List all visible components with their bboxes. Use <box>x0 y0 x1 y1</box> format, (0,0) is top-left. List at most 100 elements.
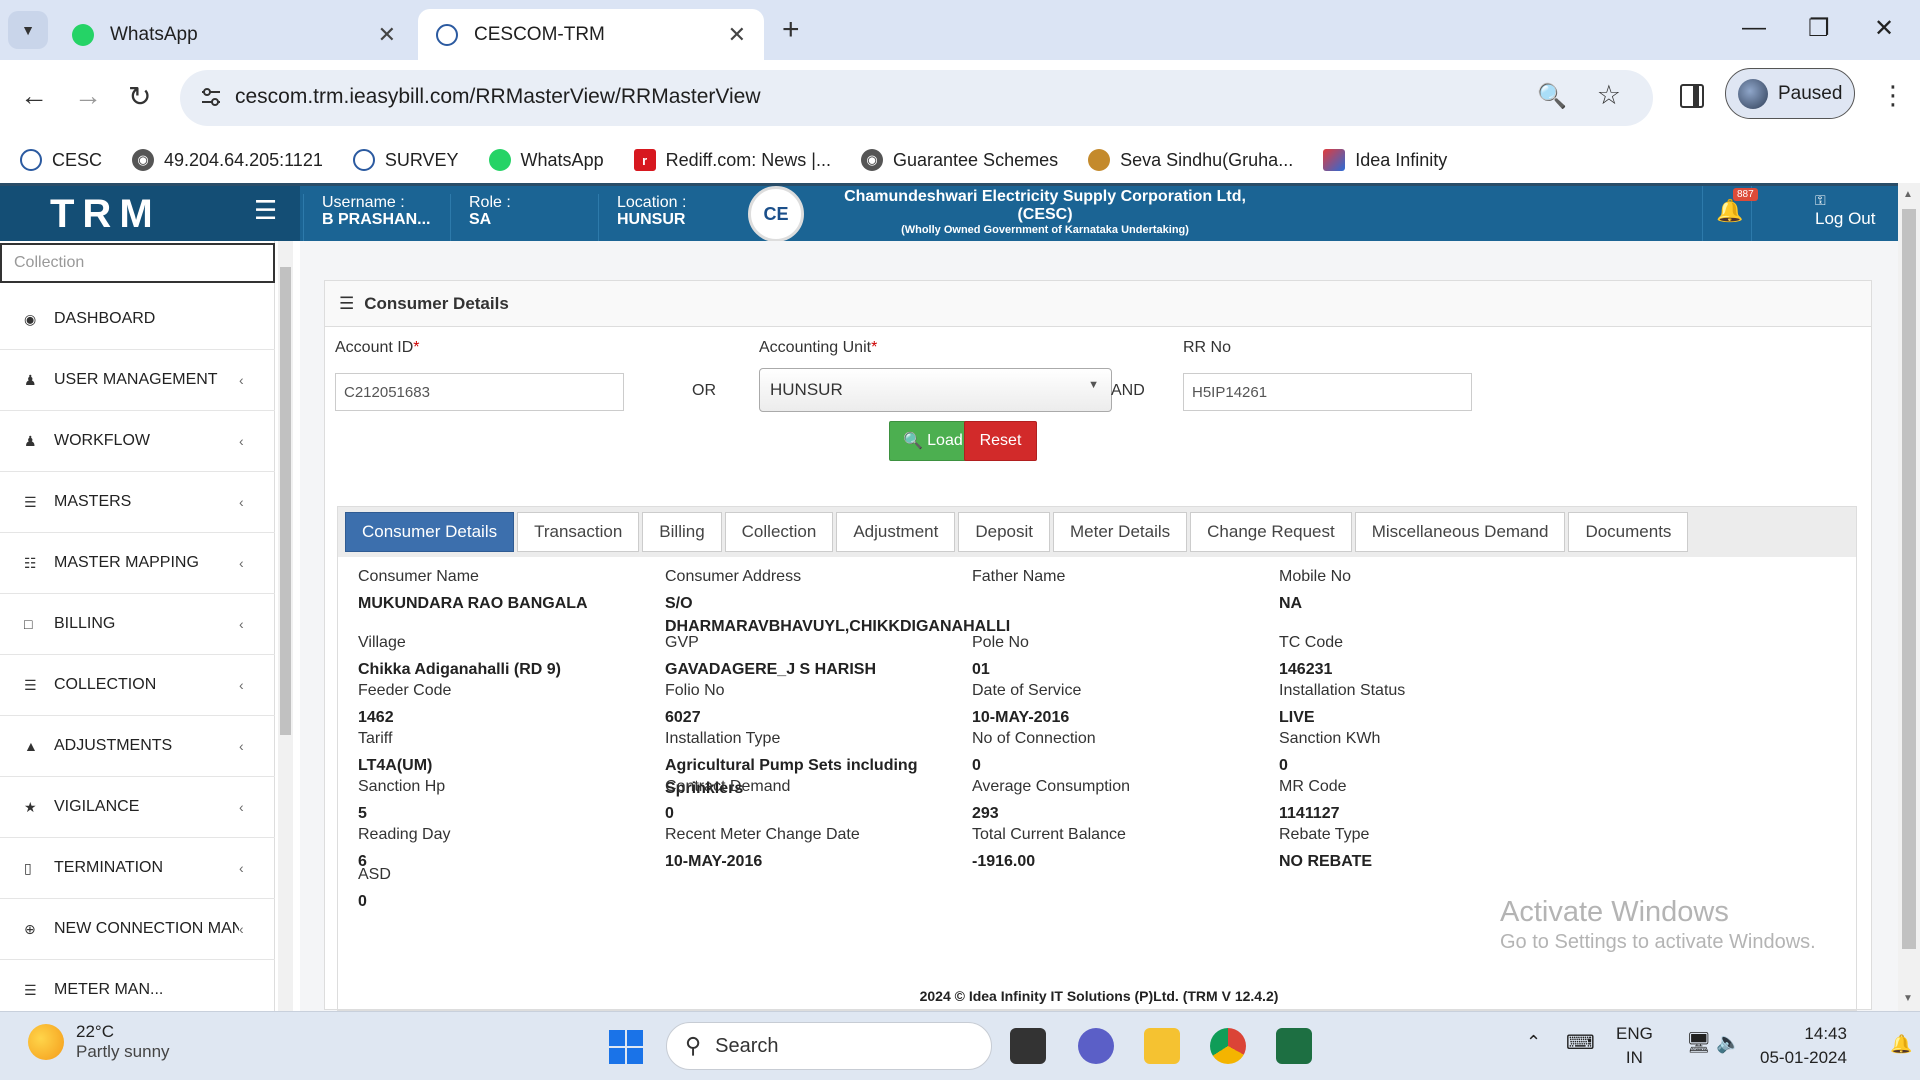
browser-tab-whatsapp[interactable]: WhatsApp ✕ <box>54 9 414 60</box>
rr-no-input[interactable]: H5IP14261 <box>1183 373 1472 411</box>
minimize-icon[interactable]: — <box>1742 14 1766 42</box>
bookmark-seva-sindhu[interactable]: Seva Sindhu(Gruha... <box>1088 149 1293 171</box>
partly-sunny-icon <box>28 1024 64 1060</box>
address-bar[interactable]: cescom.trm.ieasybill.com/RRMasterView/RR… <box>180 70 1653 126</box>
weather-widget[interactable]: 22°C Partly sunny <box>28 1022 170 1062</box>
windows-start-icon[interactable] <box>609 1030 643 1064</box>
idea-icon <box>1323 149 1346 171</box>
tab-documents[interactable]: Documents <box>1568 512 1689 552</box>
sidebar-item-termination[interactable]: ▯ TERMINATION ‹ <box>0 838 275 899</box>
sidebar-item-new-connection-mana[interactable]: ⊕ NEW CONNECTION MANA...‹ <box>0 899 275 960</box>
bookmark-rediff[interactable]: r Rediff.com: News |... <box>633 149 831 171</box>
chevron-up-icon[interactable]: ⌃ <box>1526 1032 1541 1053</box>
forward-icon[interactable]: → <box>74 80 102 112</box>
sidebar-item-adjustments[interactable]: ▲ ADJUSTMENTS ‹ <box>0 716 275 777</box>
bookmark-survey[interactable]: SURVEY <box>352 149 459 171</box>
or-label: OR <box>692 382 716 399</box>
close-icon[interactable]: ✕ <box>378 22 396 48</box>
notifications-button[interactable]: 🔔 887 <box>1702 186 1758 241</box>
new-tab-button[interactable]: + <box>782 13 800 47</box>
site-settings-icon[interactable] <box>198 84 224 110</box>
sidebar-item-master-mapping[interactable]: ☷ MASTER MAPPING ‹ <box>0 533 275 594</box>
bookmark-guarantee[interactable]: ◉ Guarantee Schemes <box>861 149 1058 171</box>
task-view-icon[interactable] <box>1010 1028 1046 1064</box>
tab-consumer-details[interactable]: Consumer Details <box>345 512 515 552</box>
tab-billing[interactable]: Billing <box>642 512 722 552</box>
detail-field-contract-demand: Contract Demand 0 <box>665 777 950 825</box>
sidebar-item-label: MASTER MAPPING <box>54 554 199 571</box>
close-icon[interactable]: ✕ <box>728 22 746 48</box>
location-info: Location : HUNSUR <box>598 194 686 241</box>
back-icon[interactable]: ← <box>20 80 48 112</box>
sidebar-search-input[interactable]: Collection <box>0 243 275 283</box>
volume-icon[interactable]: 🔈 <box>1716 1030 1741 1055</box>
scroll-up-icon[interactable]: ▲ <box>1903 189 1913 200</box>
field-value: 6027 <box>665 709 701 726</box>
rr-no-label: RR No <box>1183 339 1232 356</box>
accounting-unit-select[interactable]: HUNSUR ▼ <box>759 368 1112 412</box>
system-clock[interactable]: 14:43 05-01-2024 <box>1760 1022 1847 1070</box>
tab-change-request[interactable]: Change Request <box>1190 512 1352 552</box>
sidebar-item-dashboard[interactable]: ◉ DASHBOARD <box>0 289 275 350</box>
chrome-icon[interactable] <box>1210 1028 1246 1064</box>
bookmark-star-icon[interactable]: ☆ <box>1597 80 1621 111</box>
sidebar-item-workflow[interactable]: ♟ WORKFLOW ‹ <box>0 411 275 472</box>
network-icon[interactable]: 🖥 <box>1686 1030 1711 1055</box>
restore-icon[interactable]: ❐ <box>1808 14 1830 43</box>
detail-field-asd: ASD 0 <box>358 865 728 913</box>
bookmark-idea-infinity[interactable]: Idea Infinity <box>1323 149 1447 171</box>
field-label: Sanction KWh <box>1279 730 1381 747</box>
tab-miscellaneous-demand[interactable]: Miscellaneous Demand <box>1354 512 1566 552</box>
account-id-input[interactable]: C212051683 <box>335 373 624 411</box>
field-value: GAVADAGERE_J S HARISH <box>665 661 876 678</box>
dashboard-icon: ◉ <box>24 310 37 327</box>
tab-meter-details[interactable]: Meter Details <box>1053 512 1188 552</box>
excel-icon[interactable] <box>1276 1028 1312 1064</box>
tab-search-button[interactable]: ▼ <box>8 11 48 49</box>
globe-icon: ◉ <box>861 149 883 171</box>
sidebar-item-vigilance[interactable]: ★ VIGILANCE ‹ <box>0 777 275 838</box>
bookmark-cesc[interactable]: CESC <box>20 149 102 171</box>
browser-tab-cescom[interactable]: CESCOM-TRM ✕ <box>418 9 764 60</box>
taskbar-search[interactable]: ⚲ Search <box>666 1022 992 1070</box>
teams-chat-icon[interactable] <box>1078 1028 1114 1064</box>
bookmark-whatsapp[interactable]: WhatsApp <box>488 149 604 171</box>
search-icon: ⚲ <box>685 1033 702 1058</box>
sidebar-item-billing[interactable]: □ BILLING ‹ <box>0 594 275 655</box>
tab-deposit[interactable]: Deposit <box>958 512 1050 552</box>
sidebar-item-collection[interactable]: ☰ COLLECTION ‹ <box>0 655 275 716</box>
username-info: Username :B PRASHAN... <box>303 194 430 241</box>
plus-circle-icon: ⊕ <box>24 920 36 937</box>
sidebar-item-masters[interactable]: ☰ MASTERS ‹ <box>0 472 275 533</box>
sidebar-scrollbar[interactable] <box>278 241 293 1011</box>
url-text: cescom.trm.ieasybill.com/RRMasterView/RR… <box>235 85 761 108</box>
window-close-icon[interactable]: ✕ <box>1874 14 1894 43</box>
browser-toolbar: ← → ↻ cescom.trm.ieasybill.com/RRMasterV… <box>0 60 1920 189</box>
emblem-icon <box>1088 149 1111 171</box>
keyboard-icon[interactable]: ⌨ <box>1566 1030 1595 1055</box>
sidebar-item-label: TERMINATION <box>54 859 164 876</box>
logout-button[interactable]: ⚿ Log Out <box>1815 192 1876 229</box>
language-indicator[interactable]: ENG IN <box>1616 1022 1653 1070</box>
field-value: NO REBATE <box>1279 853 1373 870</box>
page-scrollbar[interactable]: ▲ ▼ <box>1898 183 1920 1011</box>
tab-collection[interactable]: Collection <box>724 512 834 552</box>
field-label: Contract Demand <box>665 778 791 795</box>
side-panel-icon[interactable] <box>1680 84 1704 108</box>
reload-icon[interactable]: ↻ <box>128 80 151 113</box>
notification-bell-icon[interactable]: 🔔 <box>1890 1034 1912 1055</box>
bookmark-ip[interactable]: ◉ 49.204.64.205:1121 <box>132 149 323 171</box>
tab-transaction[interactable]: Transaction <box>517 512 640 552</box>
more-menu-icon[interactable]: ⋮ <box>1880 80 1906 111</box>
scrollbar-thumb[interactable] <box>280 267 291 735</box>
file-explorer-icon[interactable] <box>1144 1028 1180 1064</box>
hamburger-icon[interactable]: ☰ <box>254 195 277 226</box>
profile-button[interactable]: Paused <box>1725 68 1855 119</box>
tab-adjustment[interactable]: Adjustment <box>836 512 956 552</box>
scroll-down-icon[interactable]: ▼ <box>1903 993 1913 1004</box>
sidebar-item-label: METER MAN... <box>54 981 164 998</box>
scrollbar-thumb[interactable] <box>1902 209 1916 949</box>
reset-button[interactable]: Reset <box>964 421 1037 461</box>
sidebar-item-user-management[interactable]: ♟ USER MANAGEMENT ‹ <box>0 350 275 411</box>
zoom-icon[interactable]: 🔍 <box>1537 82 1567 111</box>
